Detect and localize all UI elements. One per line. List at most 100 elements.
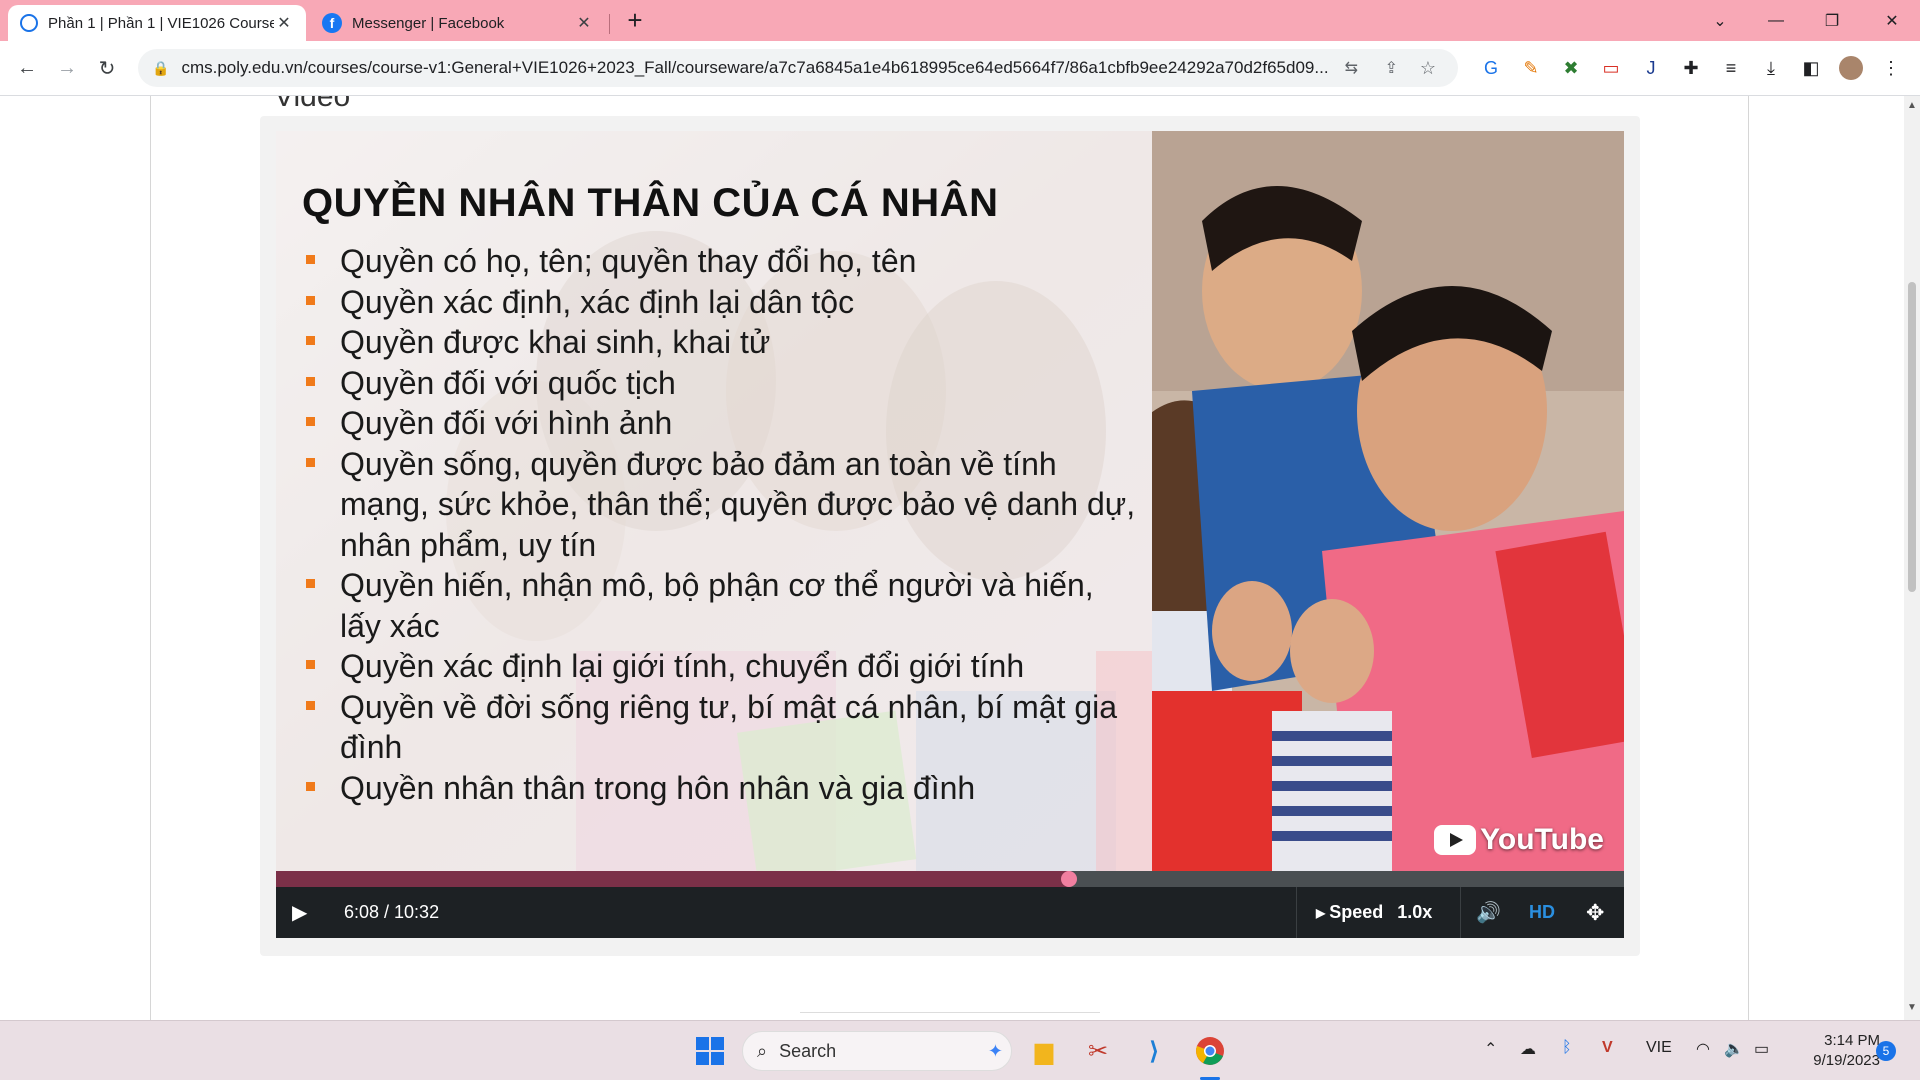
menu-kebab-icon[interactable]: ⋮ [1878, 55, 1904, 81]
slide-bullet-item: Quyền đối với quốc tịch [302, 363, 1142, 404]
minimize-button[interactable]: — [1748, 0, 1804, 41]
vscode-icon[interactable]: ⟩ [1136, 1033, 1172, 1069]
control-divider [1460, 887, 1461, 938]
slide-bullet-item: Quyền xác định lại giới tính, chuyển đổi… [302, 646, 1142, 687]
browser-toolbar: ← → ↻ 🔒 cms.poly.edu.vn/courses/course-v… [0, 41, 1920, 96]
search-highlight-icon: ✦ [987, 1040, 1003, 1061]
lock-icon: 🔒 [152, 59, 170, 76]
chevron-up-icon[interactable]: ⌃ [1484, 1039, 1497, 1059]
onedrive-icon[interactable]: ☁ [1520, 1039, 1536, 1059]
bookmark-star-icon[interactable]: ☆ [1420, 58, 1436, 79]
download-icon[interactable]: ⤓ [1758, 55, 1784, 81]
wifi-icon[interactable]: ◠ [1696, 1039, 1710, 1059]
translate-icon[interactable]: ⇆ [1345, 58, 1358, 78]
url-text[interactable]: cms.poly.edu.vn/courses/course-v1:Genera… [181, 58, 1361, 78]
facebook-icon: f [322, 13, 342, 33]
windows-start-icon[interactable] [692, 1033, 728, 1069]
back-button[interactable]: ← [10, 51, 44, 85]
side-panel-icon[interactable]: ◧ [1798, 55, 1824, 81]
address-bar[interactable]: 🔒 cms.poly.edu.vn/courses/course-v1:Gene… [138, 49, 1458, 87]
slide-bullet-item: Quyền xác định, xác định lại dân tộc [302, 282, 1142, 323]
search-placeholder: Search [779, 1040, 837, 1061]
slide-bullet-item: Quyền sống, quyền được bảo đảm an toàn v… [302, 444, 1142, 566]
content-border-left [150, 96, 151, 1020]
speed-label: Speed [1329, 902, 1384, 922]
clock-time: 3:14 PM [1824, 1032, 1880, 1049]
content-border-right [1748, 96, 1749, 1020]
extensions-puzzle-icon[interactable]: ✚ [1678, 55, 1704, 81]
share-icon[interactable]: ⇪ [1385, 58, 1398, 78]
taskbar-search[interactable]: ⌕ Search ✦ [742, 1031, 1012, 1071]
snipping-tool-icon[interactable]: ✂ [1080, 1033, 1116, 1069]
slide-bullet-item: Quyền hiến, nhận mô, bộ phận cơ thể ngườ… [302, 565, 1142, 646]
close-window-button[interactable]: ✕ [1864, 0, 1920, 41]
google-translate-icon[interactable]: G [1478, 55, 1504, 81]
slide-bullet-list: Quyền có họ, tên; quyền thay đổi họ, tên… [302, 241, 1142, 808]
video-progress-bar[interactable] [276, 871, 1624, 887]
close-icon[interactable]: ✕ [574, 13, 594, 33]
scroll-up-arrow-icon[interactable]: ▲ [1907, 100, 1917, 111]
video-controls: ▶ 6:08 / 10:32 ▶ Speed 1.0x 🔊 HD ✥ [276, 887, 1624, 938]
windows-taskbar: ⌕ Search ✦ ▆ ✂ ⟩ ⌃ ☁ ᛒ V VIE ◠ 🔈 ▭ 3:14 … [0, 1020, 1920, 1080]
slide-bullet-item: Quyền về đời sống riêng tư, bí mật cá nh… [302, 687, 1142, 768]
control-divider [1296, 887, 1297, 938]
file-explorer-icon[interactable]: ▆ [1026, 1033, 1062, 1069]
new-tab-button[interactable]: + [608, 0, 662, 41]
caret-right-icon: ▶ [1316, 905, 1326, 920]
slide-photo: YouTube [1152, 131, 1624, 871]
clock[interactable]: 3:14 PM 9/19/2023 [1790, 1031, 1880, 1071]
hd-button[interactable]: HD [1529, 887, 1555, 938]
slide-bullet-item: Quyền đối với hình ảnh [302, 403, 1142, 444]
restore-button[interactable]: ❐ [1804, 0, 1860, 41]
slide-area: QUYỀN NHÂN THÂN CỦA CÁ NHÂN Quyền có họ,… [276, 131, 1152, 871]
notification-badge[interactable]: 5 [1876, 1041, 1896, 1061]
slide-bullet-item: Quyền nhân thân trong hôn nhân và gia đì… [302, 768, 1142, 809]
profile-avatar[interactable] [1838, 55, 1864, 81]
tab-course[interactable]: Phần 1 | Phần 1 | VIE1026 Course ✕ [8, 5, 306, 41]
tab-title: Phần 1 | Phần 1 | VIE1026 Course [48, 14, 274, 32]
tab-messenger[interactable]: f Messenger | Facebook ✕ [310, 5, 606, 41]
volume-icon[interactable]: 🔈 [1724, 1039, 1744, 1059]
loading-icon [20, 14, 38, 32]
youtube-logo[interactable]: YouTube [1434, 823, 1604, 857]
fullscreen-icon[interactable]: ✥ [1586, 887, 1604, 938]
youtube-play-icon [1434, 825, 1477, 855]
time-display: 6:08 / 10:32 [344, 902, 440, 922]
clock-date: 9/19/2023 [1813, 1052, 1880, 1069]
language-indicator[interactable]: VIE [1646, 1039, 1672, 1057]
extension-card-icon[interactable]: ▭ [1598, 55, 1624, 81]
tab-search-button[interactable]: ⌄ [1692, 0, 1748, 41]
tab-title: Messenger | Facebook [352, 14, 505, 32]
forward-button[interactable]: → [50, 51, 84, 85]
play-icon[interactable]: ▶ [292, 887, 307, 938]
chrome-icon[interactable] [1192, 1033, 1228, 1069]
progress-fill [276, 871, 1069, 887]
scroll-down-arrow-icon[interactable]: ▼ [1907, 1002, 1917, 1013]
speed-button[interactable]: ▶ Speed 1.0x [1316, 887, 1432, 938]
reload-button[interactable]: ↻ [90, 51, 124, 85]
youtube-wordmark: YouTube [1480, 823, 1604, 856]
search-icon: ⌕ [757, 1040, 768, 1061]
close-icon[interactable]: ✕ [274, 13, 294, 33]
section-heading: Video [274, 96, 351, 113]
extension-j-icon[interactable]: J [1638, 55, 1664, 81]
slide-bullet-item: Quyền có họ, tên; quyền thay đổi họ, tên [302, 241, 1142, 282]
students-photo [1152, 131, 1624, 871]
battery-icon[interactable]: ▭ [1754, 1039, 1769, 1059]
media-queue-icon[interactable]: ≡ [1718, 55, 1744, 81]
speed-value: 1.0x [1397, 902, 1433, 922]
extension-x-icon[interactable]: ✖ [1558, 55, 1584, 81]
tab-strip: Phần 1 | Phần 1 | VIE1026 Course ✕ f Mes… [0, 0, 1920, 41]
app-v-icon[interactable]: V [1602, 1039, 1613, 1057]
bluetooth-icon[interactable]: ᛒ [1562, 1039, 1572, 1057]
slide-bullet-item: Quyền được khai sinh, khai tử [302, 322, 1142, 363]
scroll-thumb[interactable] [1908, 282, 1916, 592]
color-picker-icon[interactable]: ✎ [1518, 55, 1544, 81]
progress-handle[interactable] [1060, 871, 1077, 887]
page-scrollbar[interactable]: ▲ ▼ [1904, 96, 1920, 1020]
volume-icon[interactable]: 🔊 [1476, 887, 1501, 938]
course-page: Video QUYỀN NHÂN THÂN CỦA CÁ NHÂN Quyền … [0, 96, 1904, 1020]
video-player[interactable]: QUYỀN NHÂN THÂN CỦA CÁ NHÂN Quyền có họ,… [276, 131, 1624, 871]
next-content-edge [800, 1012, 1100, 1020]
slide-title: QUYỀN NHÂN THÂN CỦA CÁ NHÂN [302, 181, 999, 225]
